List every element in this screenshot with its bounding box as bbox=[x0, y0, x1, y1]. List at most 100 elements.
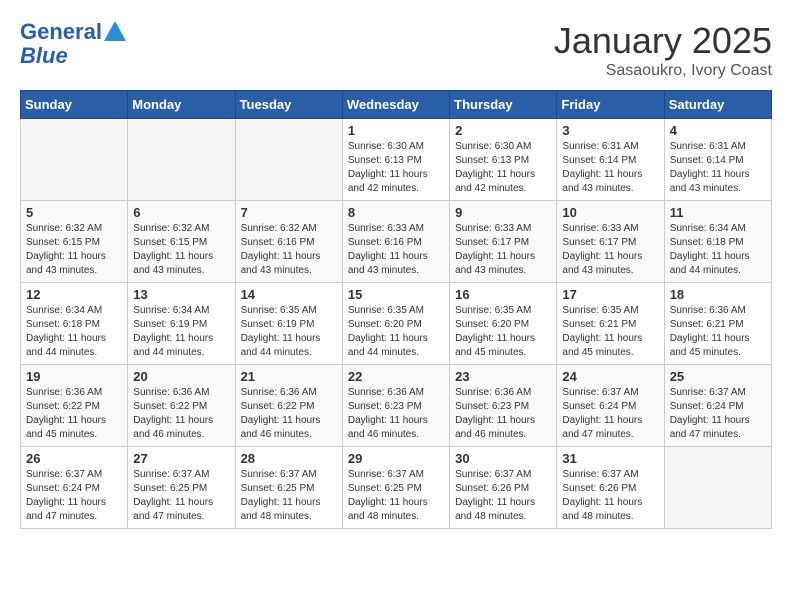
day-number: 26 bbox=[26, 451, 122, 466]
calendar-cell: 10 Sunrise: 6:33 AM Sunset: 6:17 PM Dayli… bbox=[557, 201, 664, 283]
day-number: 30 bbox=[455, 451, 551, 466]
day-info: Sunrise: 6:30 AM Sunset: 6:13 PM Dayligh… bbox=[455, 140, 551, 196]
day-info: Sunrise: 6:36 AM Sunset: 6:23 PM Dayligh… bbox=[348, 386, 444, 442]
day-info: Sunrise: 6:32 AM Sunset: 6:15 PM Dayligh… bbox=[26, 222, 122, 278]
column-header-thursday: Thursday bbox=[450, 91, 557, 119]
day-info: Sunrise: 6:37 AM Sunset: 6:24 PM Dayligh… bbox=[670, 386, 766, 442]
column-header-friday: Friday bbox=[557, 91, 664, 119]
calendar-cell: 7 Sunrise: 6:32 AM Sunset: 6:16 PM Daylig… bbox=[235, 201, 342, 283]
day-number: 8 bbox=[348, 205, 444, 220]
calendar-cell: 12Sunrise: 6:34 AM Sunset: 6:18 PM Dayli… bbox=[21, 283, 128, 365]
day-number: 22 bbox=[348, 369, 444, 384]
calendar-cell: 31 Sunrise: 6:37 AM Sunset: 6:26 PM Dayli… bbox=[557, 447, 664, 529]
day-info: Sunrise: 6:34 AM Sunset: 6:19 PM Dayligh… bbox=[133, 304, 229, 360]
calendar-cell: 20Sunrise: 6:36 AM Sunset: 6:22 PM Dayli… bbox=[128, 365, 235, 447]
calendar-week-3: 12Sunrise: 6:34 AM Sunset: 6:18 PM Dayli… bbox=[21, 283, 772, 365]
calendar-cell: 2 Sunrise: 6:30 AM Sunset: 6:13 PM Daylig… bbox=[450, 119, 557, 201]
calendar-cell: 11 Sunrise: 6:34 AM Sunset: 6:18 PM Dayli… bbox=[664, 201, 771, 283]
day-info: Sunrise: 6:37 AM Sunset: 6:26 PM Dayligh… bbox=[455, 468, 551, 524]
day-number: 25 bbox=[670, 369, 766, 384]
main-title: January 2025 bbox=[554, 20, 772, 62]
day-number: 16 bbox=[455, 287, 551, 302]
calendar-cell: 19 Sunrise: 6:36 AM Sunset: 6:22 PM Dayli… bbox=[21, 365, 128, 447]
day-info: Sunrise: 6:34 AM Sunset: 6:18 PM Dayligh… bbox=[26, 304, 122, 360]
calendar-cell: 15 Sunrise: 6:35 AM Sunset: 6:20 PM Dayli… bbox=[342, 283, 449, 365]
day-number: 21 bbox=[241, 369, 337, 384]
calendar-cell: 6 Sunrise: 6:32 AM Sunset: 6:15 PM Daylig… bbox=[128, 201, 235, 283]
day-info: Sunrise: 6:34 AM Sunset: 6:18 PM Dayligh… bbox=[670, 222, 766, 278]
calendar-cell bbox=[128, 119, 235, 201]
logo-text-blue: Blue bbox=[20, 44, 68, 68]
day-number: 28 bbox=[241, 451, 337, 466]
day-number: 15 bbox=[348, 287, 444, 302]
calendar-week-2: 5Sunrise: 6:32 AM Sunset: 6:15 PM Daylig… bbox=[21, 201, 772, 283]
calendar-cell: 5Sunrise: 6:32 AM Sunset: 6:15 PM Daylig… bbox=[21, 201, 128, 283]
calendar-cell bbox=[235, 119, 342, 201]
day-info: Sunrise: 6:37 AM Sunset: 6:25 PM Dayligh… bbox=[241, 468, 337, 524]
day-info: Sunrise: 6:31 AM Sunset: 6:14 PM Dayligh… bbox=[562, 140, 658, 196]
day-info: Sunrise: 6:36 AM Sunset: 6:22 PM Dayligh… bbox=[133, 386, 229, 442]
page-header: General Blue January 2025 Sasaoukro, Ivo… bbox=[20, 20, 772, 80]
day-info: Sunrise: 6:33 AM Sunset: 6:17 PM Dayligh… bbox=[562, 222, 658, 278]
calendar-week-5: 26 Sunrise: 6:37 AM Sunset: 6:24 PM Dayli… bbox=[21, 447, 772, 529]
day-info: Sunrise: 6:37 AM Sunset: 6:26 PM Dayligh… bbox=[562, 468, 658, 524]
calendar-cell: 22 Sunrise: 6:36 AM Sunset: 6:23 PM Dayli… bbox=[342, 365, 449, 447]
day-info: Sunrise: 6:36 AM Sunset: 6:21 PM Dayligh… bbox=[670, 304, 766, 360]
day-number: 4 bbox=[670, 123, 766, 138]
calendar-cell: 9 Sunrise: 6:33 AM Sunset: 6:17 PM Daylig… bbox=[450, 201, 557, 283]
column-header-monday: Monday bbox=[128, 91, 235, 119]
day-number: 9 bbox=[455, 205, 551, 220]
day-info: Sunrise: 6:37 AM Sunset: 6:25 PM Dayligh… bbox=[348, 468, 444, 524]
day-number: 18 bbox=[670, 287, 766, 302]
calendar-cell bbox=[21, 119, 128, 201]
day-info: Sunrise: 6:35 AM Sunset: 6:20 PM Dayligh… bbox=[455, 304, 551, 360]
day-number: 2 bbox=[455, 123, 551, 138]
day-number: 19 bbox=[26, 369, 122, 384]
day-info: Sunrise: 6:33 AM Sunset: 6:16 PM Dayligh… bbox=[348, 222, 444, 278]
logo-text-general: General bbox=[20, 20, 102, 44]
calendar-cell: 23Sunrise: 6:36 AM Sunset: 6:23 PM Dayli… bbox=[450, 365, 557, 447]
calendar-cell: 14 Sunrise: 6:35 AM Sunset: 6:19 PM Dayli… bbox=[235, 283, 342, 365]
day-number: 29 bbox=[348, 451, 444, 466]
day-info: Sunrise: 6:35 AM Sunset: 6:20 PM Dayligh… bbox=[348, 304, 444, 360]
calendar-cell bbox=[664, 447, 771, 529]
day-number: 11 bbox=[670, 205, 766, 220]
calendar-cell: 27Sunrise: 6:37 AM Sunset: 6:25 PM Dayli… bbox=[128, 447, 235, 529]
calendar-cell: 18 Sunrise: 6:36 AM Sunset: 6:21 PM Dayli… bbox=[664, 283, 771, 365]
column-header-wednesday: Wednesday bbox=[342, 91, 449, 119]
day-info: Sunrise: 6:36 AM Sunset: 6:22 PM Dayligh… bbox=[26, 386, 122, 442]
calendar-cell: 24 Sunrise: 6:37 AM Sunset: 6:24 PM Dayli… bbox=[557, 365, 664, 447]
day-number: 14 bbox=[241, 287, 337, 302]
calendar-cell: 17Sunrise: 6:35 AM Sunset: 6:21 PM Dayli… bbox=[557, 283, 664, 365]
day-info: Sunrise: 6:32 AM Sunset: 6:15 PM Dayligh… bbox=[133, 222, 229, 278]
day-number: 7 bbox=[241, 205, 337, 220]
day-number: 3 bbox=[562, 123, 658, 138]
day-number: 13 bbox=[133, 287, 229, 302]
day-number: 6 bbox=[133, 205, 229, 220]
day-number: 17 bbox=[562, 287, 658, 302]
day-info: Sunrise: 6:32 AM Sunset: 6:16 PM Dayligh… bbox=[241, 222, 337, 278]
calendar-header-row: SundayMondayTuesdayWednesdayThursdayFrid… bbox=[21, 91, 772, 119]
calendar-cell: 25 Sunrise: 6:37 AM Sunset: 6:24 PM Dayli… bbox=[664, 365, 771, 447]
calendar-cell: 30 Sunrise: 6:37 AM Sunset: 6:26 PM Dayli… bbox=[450, 447, 557, 529]
calendar-cell: 8 Sunrise: 6:33 AM Sunset: 6:16 PM Daylig… bbox=[342, 201, 449, 283]
logo: General Blue bbox=[20, 20, 126, 68]
day-info: Sunrise: 6:36 AM Sunset: 6:22 PM Dayligh… bbox=[241, 386, 337, 442]
calendar-week-1: 1 Sunrise: 6:30 AM Sunset: 6:13 PM Daylig… bbox=[21, 119, 772, 201]
day-info: Sunrise: 6:37 AM Sunset: 6:24 PM Dayligh… bbox=[562, 386, 658, 442]
day-number: 1 bbox=[348, 123, 444, 138]
day-info: Sunrise: 6:37 AM Sunset: 6:24 PM Dayligh… bbox=[26, 468, 122, 524]
logo-triangle-icon bbox=[104, 21, 126, 41]
calendar-cell: 26 Sunrise: 6:37 AM Sunset: 6:24 PM Dayli… bbox=[21, 447, 128, 529]
calendar-cell: 4Sunrise: 6:31 AM Sunset: 6:14 PM Daylig… bbox=[664, 119, 771, 201]
day-number: 31 bbox=[562, 451, 658, 466]
calendar-cell: 29 Sunrise: 6:37 AM Sunset: 6:25 PM Dayli… bbox=[342, 447, 449, 529]
day-info: Sunrise: 6:30 AM Sunset: 6:13 PM Dayligh… bbox=[348, 140, 444, 196]
calendar-table: SundayMondayTuesdayWednesdayThursdayFrid… bbox=[20, 90, 772, 529]
calendar-cell: 28 Sunrise: 6:37 AM Sunset: 6:25 PM Dayli… bbox=[235, 447, 342, 529]
day-number: 24 bbox=[562, 369, 658, 384]
day-info: Sunrise: 6:33 AM Sunset: 6:17 PM Dayligh… bbox=[455, 222, 551, 278]
column-header-saturday: Saturday bbox=[664, 91, 771, 119]
day-number: 10 bbox=[562, 205, 658, 220]
day-info: Sunrise: 6:35 AM Sunset: 6:19 PM Dayligh… bbox=[241, 304, 337, 360]
